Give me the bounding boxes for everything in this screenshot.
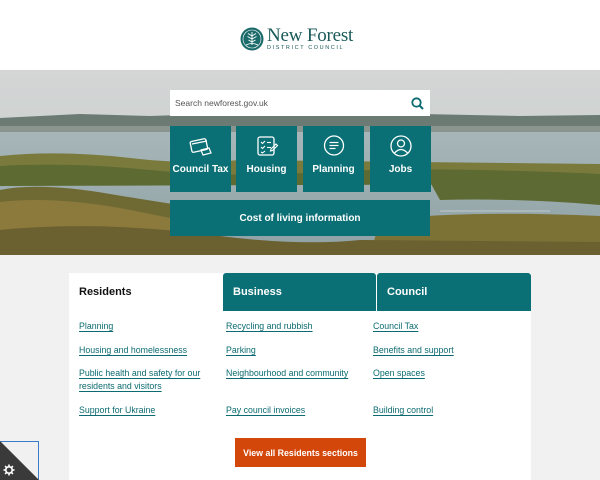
logo-subtitle: DISTRICT COUNCIL: [267, 45, 345, 52]
person-icon: [389, 135, 412, 157]
link-support-ukraine[interactable]: Support for Ukraine: [79, 404, 155, 417]
site-header: New Forest DISTRICT COUNCIL: [0, 0, 600, 70]
search-button[interactable]: [404, 90, 430, 116]
search-bar: [170, 90, 430, 116]
view-all-residents-button[interactable]: View all Residents sections: [235, 438, 366, 467]
checklist-icon: [256, 136, 278, 156]
link-pay-council-invoices[interactable]: Pay council invoices: [226, 404, 305, 417]
tile-housing[interactable]: Housing: [236, 126, 297, 192]
search-input[interactable]: [170, 90, 404, 116]
logo-name: New Forest: [267, 25, 354, 47]
cookie-settings-button[interactable]: [0, 441, 39, 480]
link-council-tax[interactable]: Council Tax: [373, 320, 418, 333]
search-icon: [410, 96, 424, 110]
tile-label: Housing: [246, 164, 287, 175]
link-public-health-safety[interactable]: Public health and safety for our residen…: [79, 367, 211, 393]
tile-jobs[interactable]: Jobs: [370, 126, 431, 192]
site-logo[interactable]: New Forest DISTRICT COUNCIL: [240, 24, 365, 54]
speech-bubble-icon: [323, 135, 344, 156]
link-recycling-rubbish[interactable]: Recycling and rubbish: [226, 320, 313, 333]
tab-business[interactable]: Business: [223, 273, 376, 311]
logo-emblem-icon: [240, 27, 264, 51]
link-parking[interactable]: Parking: [226, 344, 256, 357]
link-neighbourhood-community[interactable]: Neighbourhood and community: [226, 367, 348, 380]
tile-label: Planning: [312, 164, 355, 175]
tab-residents[interactable]: Residents: [69, 273, 223, 311]
link-planning[interactable]: Planning: [79, 320, 113, 333]
tab-council[interactable]: Council: [377, 273, 531, 311]
link-housing-homelessness[interactable]: Housing and homelessness: [79, 344, 187, 357]
cost-of-living-button[interactable]: Cost of living information: [170, 200, 430, 236]
link-building-control[interactable]: Building control: [373, 404, 433, 417]
tile-label: Jobs: [388, 164, 413, 175]
tile-label: Council Tax: [172, 164, 229, 175]
tile-planning[interactable]: Planning: [303, 126, 364, 192]
link-benefits-support[interactable]: Benefits and support: [373, 344, 454, 357]
card-payment-icon: [189, 138, 212, 156]
link-open-spaces[interactable]: Open spaces: [373, 367, 425, 380]
tile-council-tax[interactable]: Council Tax: [170, 126, 231, 192]
